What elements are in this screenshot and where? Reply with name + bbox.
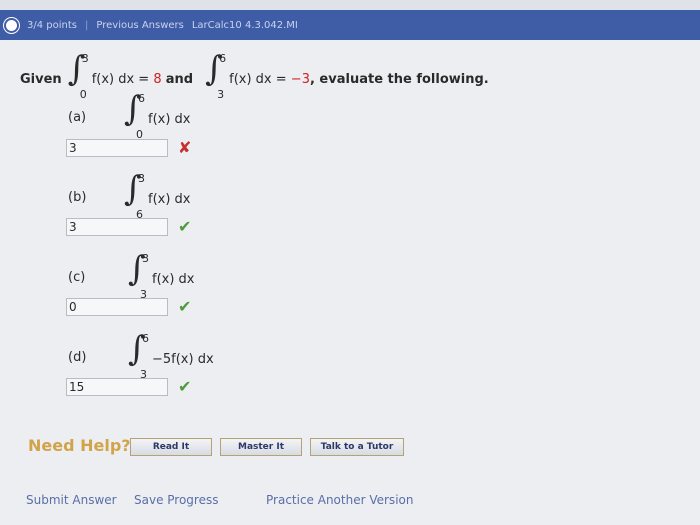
- checkmark-icon: ✔: [178, 217, 192, 236]
- part-a-integral: ∫ 6 0: [124, 89, 145, 141]
- problem-statement: Given ∫ 3 0 f(x) dx = 8 and ∫ 6 3 f(x) d…: [20, 49, 489, 101]
- part-b-label: (b): [68, 190, 87, 205]
- part-c-answer-input[interactable]: 0: [66, 298, 168, 316]
- int2-integrand: f(x) dx =: [229, 71, 287, 87]
- part-a-label: (a): [68, 110, 87, 125]
- save-progress-button[interactable]: Save Progress: [134, 493, 218, 507]
- int2-upper: 6: [219, 52, 227, 65]
- question-header: 3/4 points | Previous Answers LarCalc10 …: [0, 10, 700, 40]
- read-it-button[interactable]: Read It: [130, 438, 212, 456]
- int1-integrand: f(x) dx =: [91, 71, 150, 87]
- part-a-expression: ∫ 6 0 f(x) dx: [118, 89, 191, 141]
- points-label: 3/4 points: [27, 19, 77, 31]
- part-d-upper: 6: [142, 332, 149, 345]
- int2-value: −3: [290, 71, 310, 87]
- practice-another-version-button[interactable]: Practice Another Version: [266, 493, 413, 507]
- int1-value: 8: [153, 71, 162, 87]
- part-b-integrand: f(x) dx: [148, 191, 191, 207]
- part-d-label: (d): [68, 350, 87, 365]
- given-label: Given: [20, 71, 62, 87]
- talk-to-tutor-button[interactable]: Talk to a Tutor: [310, 438, 404, 456]
- previous-answers-link[interactable]: Previous Answers: [96, 20, 183, 31]
- cross-icon: ✘: [178, 138, 192, 157]
- int1-lower: 0: [79, 88, 87, 101]
- part-d-answer-input[interactable]: 15: [66, 378, 168, 396]
- integral-sign-2: ∫ 6 3: [205, 49, 227, 101]
- part-a-answer-input[interactable]: 3: [66, 139, 168, 157]
- part-b-answer-input[interactable]: 3: [66, 218, 168, 236]
- part-b-integral: ∫ 3 6: [124, 169, 145, 221]
- part-c-upper: 3: [142, 252, 149, 265]
- int1-upper: 3: [81, 52, 89, 65]
- part-c-label: (c): [68, 270, 86, 285]
- integral-sign-1: ∫ 3 0: [67, 49, 89, 101]
- submit-answer-button[interactable]: Submit Answer: [26, 493, 117, 507]
- part-d-integral: ∫ 6 3: [128, 329, 149, 381]
- part-c-integral: ∫ 3 3: [128, 249, 149, 301]
- separator: |: [85, 19, 89, 31]
- part-d-expression: ∫ 6 3 −5f(x) dx: [122, 329, 214, 381]
- top-strip: [0, 0, 700, 10]
- need-help-label: Need Help?: [28, 436, 131, 455]
- checkmark-icon: ✔: [178, 297, 192, 316]
- part-b-expression: ∫ 3 6 f(x) dx: [118, 169, 191, 221]
- part-c-integrand: f(x) dx: [152, 271, 195, 287]
- int2-lower: 3: [217, 88, 225, 101]
- checkmark-icon: ✔: [178, 377, 192, 396]
- problem-tail: , evaluate the following.: [309, 71, 489, 87]
- part-a-integrand: f(x) dx: [148, 111, 191, 127]
- part-c-expression: ∫ 3 3 f(x) dx: [122, 249, 195, 301]
- radio-icon: [4, 17, 19, 33]
- problem-id: LarCalc10 4.3.042.MI: [191, 19, 298, 31]
- part-a-upper: 6: [138, 92, 145, 105]
- part-b-upper: 3: [138, 172, 145, 185]
- part-d-integrand: −5f(x) dx: [152, 351, 214, 367]
- master-it-button[interactable]: Master It: [220, 438, 302, 456]
- and-label: and: [165, 71, 194, 87]
